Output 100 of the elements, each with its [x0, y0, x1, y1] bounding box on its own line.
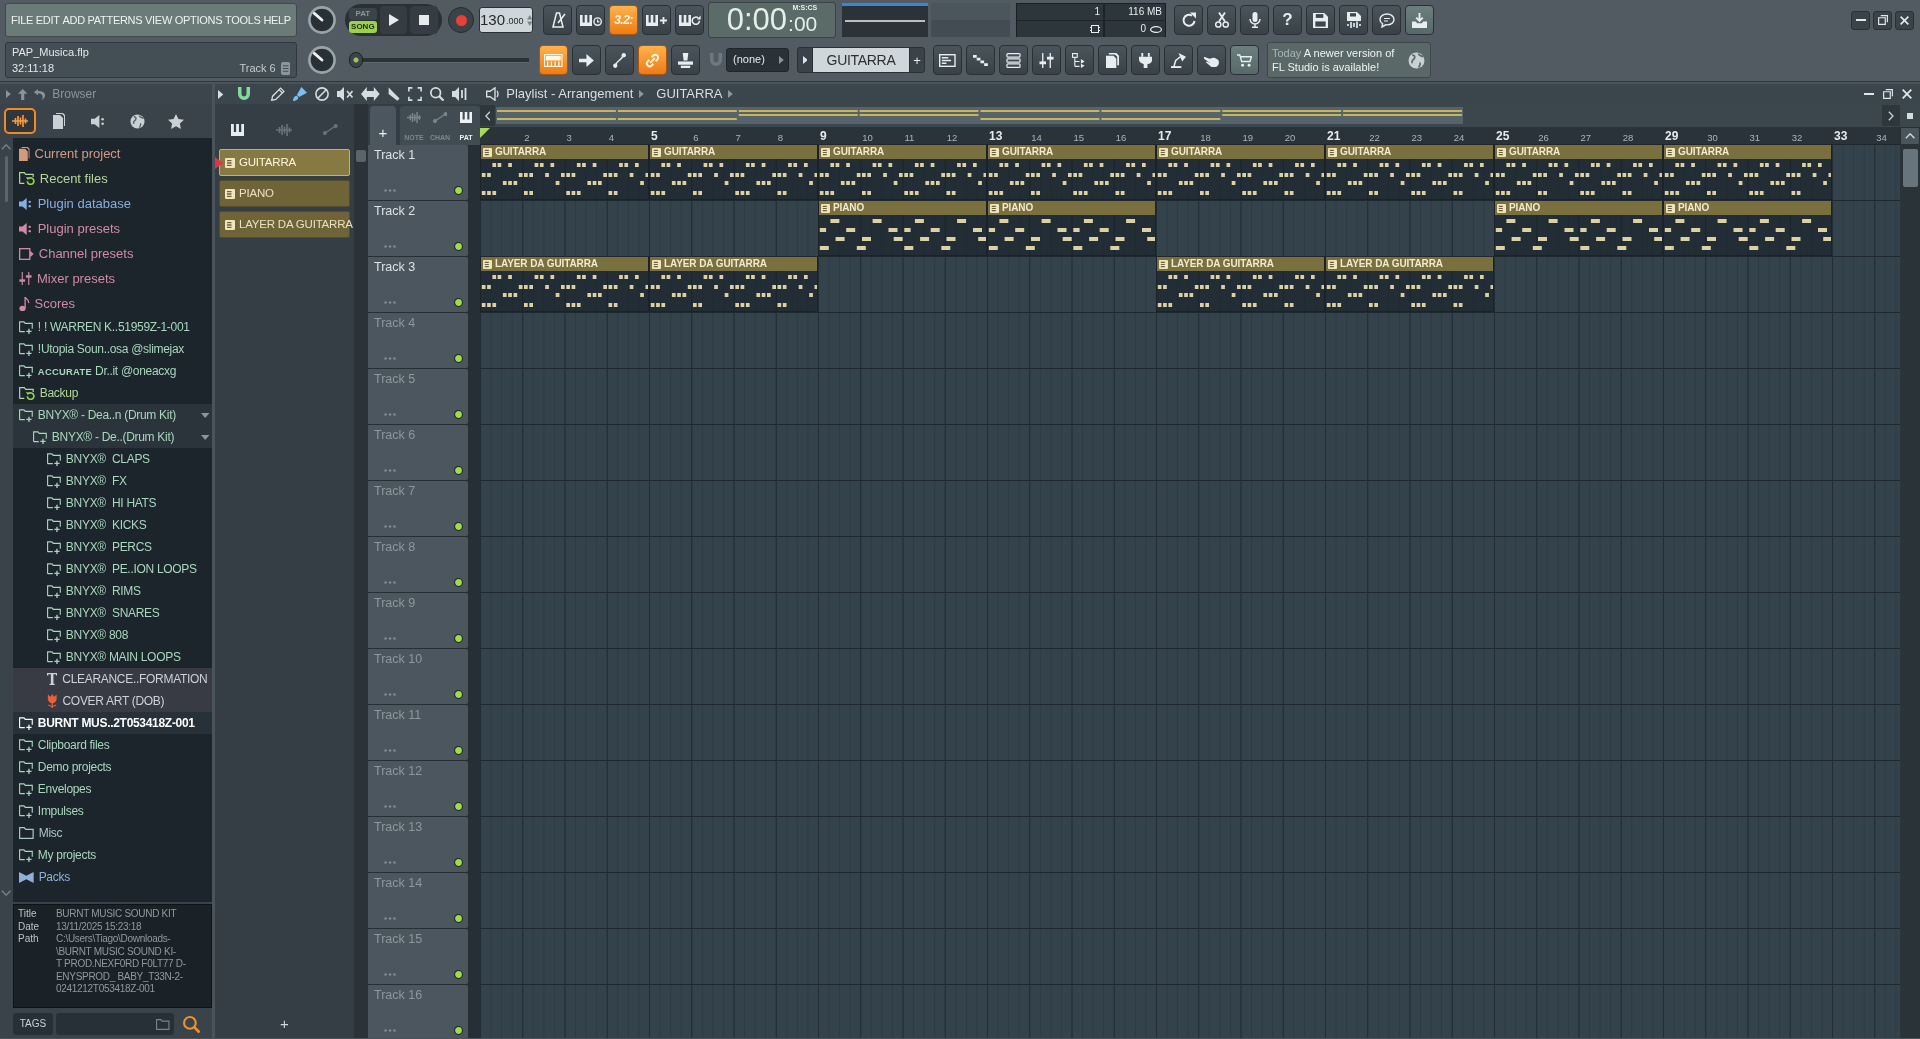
led-icon[interactable] — [454, 186, 463, 195]
minimize-button[interactable] — [1851, 10, 1870, 30]
menu-item[interactable]: EDIT — [35, 13, 60, 27]
wait-button[interactable] — [576, 5, 605, 35]
browser-item[interactable]: BNYX® KICKS — [13, 514, 212, 536]
browser-tab[interactable] — [4, 108, 36, 134]
menu-item[interactable]: OPTIONS — [174, 13, 223, 27]
metronome-button[interactable] — [543, 5, 572, 35]
pattern-menu-button[interactable] — [797, 47, 813, 73]
browser-item[interactable]: BNYX® - Dea..n (Drum Kit) — [13, 404, 212, 426]
scrollbar-thumb[interactable] — [5, 156, 8, 202]
plugins-button[interactable] — [1098, 45, 1127, 75]
browser-item[interactable]: Channel presets — [13, 241, 212, 266]
browser-item[interactable]: COVER ART (DOB) — [13, 690, 212, 712]
channel-rack-button[interactable] — [999, 45, 1028, 75]
scroll-up-icon[interactable] — [1, 144, 12, 150]
browser-item[interactable]: Current project — [13, 141, 212, 166]
browser-item[interactable]: My projects — [13, 844, 212, 866]
browser-item[interactable]: Demo projects — [13, 756, 212, 778]
overview-menu-button[interactable] — [1900, 104, 1920, 127]
led-icon[interactable] — [454, 354, 463, 363]
led-icon[interactable] — [454, 410, 463, 419]
led-icon[interactable] — [454, 466, 463, 475]
pattern-item[interactable]: PIANO — [219, 180, 350, 207]
restore-icon[interactable] — [1883, 89, 1893, 99]
menu-arrow-icon[interactable] — [218, 89, 224, 99]
playlist-clip[interactable]: PIANO — [818, 201, 987, 256]
browser-item[interactable]: Packs — [13, 866, 212, 888]
snap-dropdown[interactable]: (none) — [726, 48, 789, 72]
search-icon[interactable] — [183, 1015, 200, 1033]
close-button[interactable] — [1895, 10, 1914, 30]
browser-item[interactable]: Plugin presets — [13, 216, 212, 241]
add-button[interactable]: + — [274, 1012, 295, 1034]
browser-item[interactable]: BNYX® HI HATS — [13, 492, 212, 514]
globe-icon[interactable] — [1408, 51, 1425, 69]
browser-button[interactable] — [1065, 45, 1094, 75]
help-button[interactable]: ? — [1273, 5, 1302, 35]
play-button[interactable] — [379, 6, 408, 34]
shop-button[interactable] — [1230, 45, 1259, 75]
blend-button[interactable] — [642, 5, 671, 35]
playlist-clip[interactable]: PIANO — [1663, 201, 1832, 256]
led-icon[interactable] — [454, 858, 463, 867]
browser-item[interactable]: Envelopes — [13, 778, 212, 800]
speaker-icon[interactable] — [452, 87, 469, 101]
playlist-clip[interactable]: PIANO — [987, 201, 1156, 256]
led-icon[interactable] — [454, 242, 463, 251]
browser-item[interactable]: BNYX® SNARES — [13, 602, 212, 624]
browser-item[interactable]: BNYX® FX — [13, 470, 212, 492]
zoom-icon[interactable] — [430, 87, 445, 101]
browser-item[interactable]: CLEARANCE..FORMATION — [13, 668, 212, 690]
caret-icon[interactable] — [6, 90, 11, 98]
volume-knob[interactable] — [308, 6, 336, 34]
scroll-right-button[interactable] — [1882, 105, 1900, 126]
add-track-button[interactable]: + — [370, 106, 396, 145]
playlist-clip[interactable]: PIANO — [1494, 201, 1663, 256]
piano-roll-button[interactable] — [966, 45, 995, 75]
led-icon[interactable] — [454, 690, 463, 699]
mixer-button[interactable] — [1032, 45, 1061, 75]
select-icon[interactable] — [408, 87, 423, 101]
pattern-selector[interactable]: GUITARRA — [813, 47, 909, 73]
scroll-left-button[interactable] — [480, 105, 495, 126]
menu-item[interactable]: ADD — [62, 13, 85, 27]
tempo-field[interactable]: 130.000 — [479, 7, 533, 33]
browser-item[interactable]: !Utopia Soun..osa @slimejax — [13, 338, 212, 360]
playlist-clip[interactable]: LAYER DA GUITARRA — [649, 257, 818, 312]
export-button[interactable] — [1339, 5, 1368, 35]
led-icon[interactable] — [454, 1026, 463, 1035]
browser-item[interactable]: BNYX® PE..ION LOOPS — [13, 558, 212, 580]
playlist-clip[interactable]: GUITARRA — [480, 145, 649, 200]
browser-item[interactable]: ! ! WARREN K..51959Z-1-001 — [13, 316, 212, 338]
browser-item[interactable]: Scores — [13, 291, 212, 316]
record-button[interactable] — [448, 7, 474, 33]
playlist-clip[interactable]: GUITARRA — [818, 145, 987, 200]
magnet-icon[interactable] — [237, 87, 252, 101]
mode-button[interactable]: SONG — [349, 20, 377, 33]
track-header[interactable]: Track 3 — [368, 257, 468, 312]
browser-item[interactable]: BNYX® - De..(Drum Kit) — [13, 426, 212, 448]
typing-keyboard-button[interactable] — [539, 45, 568, 75]
browser-item[interactable]: BNYX® 808 — [13, 624, 212, 646]
save-button[interactable] — [1306, 5, 1335, 35]
browser-item[interactable]: Plugin database — [13, 191, 212, 216]
brush-icon[interactable] — [293, 87, 308, 101]
menu-item[interactable]: HELP — [263, 13, 291, 27]
curve-button[interactable] — [605, 45, 634, 75]
add-pattern-button[interactable]: + — [909, 47, 925, 73]
led-icon[interactable] — [454, 746, 463, 755]
led-icon[interactable] — [454, 578, 463, 587]
slider-thumb[interactable] — [349, 52, 363, 68]
browser-item[interactable]: BNYX® MAIN LOOPS — [13, 646, 212, 668]
delete-icon[interactable] — [315, 87, 330, 101]
chat-button[interactable] — [1372, 5, 1401, 35]
browser-item[interactable]: Backup — [13, 382, 212, 404]
track-header[interactable]: Track 1 — [368, 145, 468, 200]
playlist-button[interactable] — [933, 45, 962, 75]
refresh-button[interactable] — [1174, 5, 1203, 35]
plugin-picker-button[interactable] — [1131, 45, 1160, 75]
browser-item[interactable]: Impulses — [13, 800, 212, 822]
lamp-button[interactable] — [1164, 45, 1193, 75]
download-button[interactable] — [1405, 5, 1434, 35]
playlist-clip[interactable]: GUITARRA — [1325, 145, 1494, 200]
